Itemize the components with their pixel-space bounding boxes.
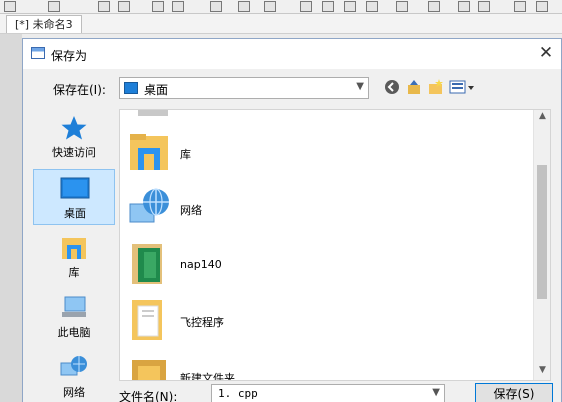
document-tab[interactable]: [*] 未命名3 (6, 15, 82, 33)
toolbar-button-icon[interactable] (210, 1, 222, 12)
save-button[interactable]: 保存(S) (475, 383, 553, 402)
place-desktop[interactable]: 桌面 (33, 169, 115, 225)
file-label: 网络 (180, 204, 202, 217)
dialog-title-bar[interactable]: 保存为 ✕ (23, 39, 561, 69)
folder-icon (128, 298, 172, 342)
scroll-down-icon[interactable]: ▼ (534, 365, 550, 379)
dialog-window-icon (31, 47, 45, 59)
toolbar-button-icon[interactable] (238, 1, 250, 12)
back-icon[interactable] (383, 78, 401, 96)
place-network[interactable]: 网络 (33, 349, 115, 402)
place-label: 网络 (63, 386, 85, 399)
place-library[interactable]: 库 (33, 229, 115, 285)
filename-label: 文件名(N): (119, 390, 178, 402)
file-item-flight-control[interactable]: 飞控程序 (128, 294, 528, 350)
close-icon: ✕ (538, 43, 554, 63)
toolbar-button-icon[interactable] (264, 1, 276, 12)
desktop-icon (124, 82, 138, 94)
place-quick-access[interactable]: 快速访问 (33, 109, 115, 165)
toolbar-button-icon[interactable] (478, 1, 490, 12)
toolbar-button-icon[interactable] (172, 1, 184, 12)
app-toolbar (0, 0, 562, 14)
dialog-body: 保存在(I): 桌面 ▼ 快速访问 桌面 库 此电脑 网络 库 网络 nap14… (23, 69, 561, 402)
file-label: 新建文件夹 (180, 372, 235, 381)
place-label: 快速访问 (52, 146, 96, 159)
file-item-new-folder[interactable]: 新建文件夹 (128, 350, 528, 381)
place-label: 库 (68, 266, 80, 279)
places-bar: 快速访问 桌面 库 此电脑 网络 (31, 109, 117, 402)
network-icon (59, 355, 89, 381)
document-tabbar: [*] 未命名3 (0, 14, 562, 34)
computer-icon (59, 295, 89, 321)
dialog-title: 保存为 (51, 49, 88, 63)
file-label: nap140 (180, 258, 222, 271)
toolbar-button-icon[interactable] (322, 1, 334, 12)
toolbar-button-icon[interactable] (428, 1, 440, 12)
toolbar-button-icon[interactable] (152, 1, 164, 12)
scrollbar-thumb[interactable] (537, 165, 547, 299)
file-item-nap140[interactable]: nap140 (128, 238, 528, 294)
library-icon (59, 235, 89, 261)
chevron-down-icon[interactable]: ▼ (432, 387, 440, 398)
toolbar-button-icon[interactable] (536, 1, 548, 12)
toolbar-button-icon[interactable] (48, 1, 60, 12)
network-icon (128, 186, 172, 230)
star-icon (59, 115, 89, 141)
save-as-dialog: 保存为 ✕ 保存在(I): 桌面 ▼ 快速访问 桌面 库 此电脑 网络 库 网络… (22, 38, 562, 402)
view-menu-icon[interactable] (449, 78, 475, 96)
toolbar-button-icon[interactable] (458, 1, 470, 12)
toolbar-button-icon[interactable] (118, 1, 130, 12)
toolbar-button-icon[interactable] (396, 1, 408, 12)
filename-input[interactable]: 1. cpp ▼ (211, 384, 445, 402)
toolbar-button-icon[interactable] (514, 1, 526, 12)
place-label: 桌面 (64, 207, 86, 220)
vertical-scrollbar[interactable]: ▲ ▼ (533, 110, 550, 380)
file-list[interactable]: 库 网络 nap140 飞控程序 新建文件夹 ▲ ▼ (119, 109, 551, 381)
up-folder-icon[interactable] (405, 78, 423, 96)
desktop-icon (60, 176, 90, 202)
toolbar-button-icon[interactable] (344, 1, 356, 12)
file-label: 飞控程序 (180, 316, 224, 329)
save-in-value: 桌面 (144, 83, 169, 97)
place-label: 此电脑 (57, 326, 91, 339)
save-in-dropdown[interactable]: 桌面 ▼ (119, 77, 369, 99)
chevron-down-icon: ▼ (356, 81, 364, 92)
file-item-library[interactable]: 库 (128, 126, 528, 182)
close-button[interactable]: ✕ (531, 39, 561, 69)
filename-value: 1. cpp (218, 387, 258, 400)
green-folder-icon (128, 242, 172, 286)
toolbar-button-icon[interactable] (4, 1, 16, 12)
file-item-network[interactable]: 网络 (128, 182, 528, 238)
library-icon (128, 130, 172, 174)
save-in-label: 保存在(I): (53, 83, 106, 97)
toolbar-button-icon[interactable] (300, 1, 312, 12)
app-side-panel (0, 34, 22, 402)
folder-icon (128, 354, 172, 380)
partial-item-top (138, 110, 168, 116)
new-folder-icon[interactable] (427, 78, 445, 96)
place-this-pc[interactable]: 此电脑 (33, 289, 115, 345)
toolbar-button-icon[interactable] (98, 1, 110, 12)
toolbar-button-icon[interactable] (366, 1, 378, 12)
file-label: 库 (180, 148, 191, 161)
scroll-up-icon[interactable]: ▲ (534, 111, 550, 125)
